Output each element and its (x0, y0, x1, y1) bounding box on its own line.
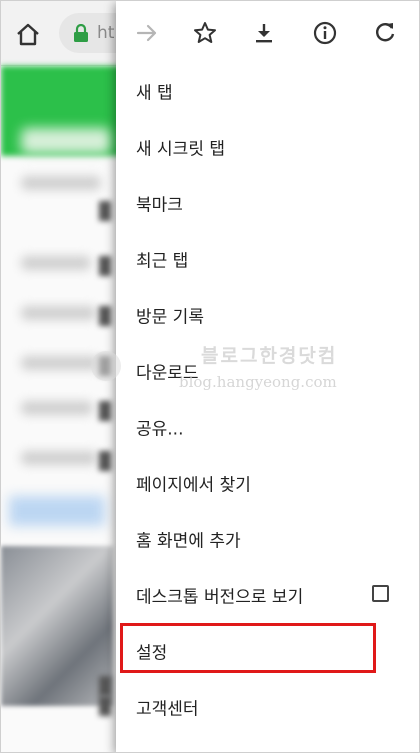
blurred-text-glyph (99, 401, 111, 421)
info-icon[interactable] (312, 20, 338, 46)
blurred-text-line (21, 256, 91, 270)
menu-item-desktop-site[interactable]: 데스크톱 버전으로 보기 (116, 567, 419, 623)
watermark-logo-icon (91, 351, 121, 381)
watermark-title: 블로그한경닷컴 (201, 345, 338, 367)
menu-item-label: 새 탭 (136, 83, 173, 104)
menu-item-label: 최근 탭 (136, 251, 189, 272)
desktop-site-checkbox[interactable] (372, 585, 389, 602)
home-icon[interactable] (13, 19, 43, 49)
forward-arrow-icon[interactable] (134, 20, 160, 46)
menu-icon-row (116, 1, 419, 65)
blurred-text-line (21, 306, 96, 320)
blurred-photo (1, 546, 113, 706)
menu-item-label: 방문 기록 (136, 307, 204, 328)
refresh-icon[interactable] (372, 20, 398, 46)
menu-item-share[interactable]: 공유... (116, 399, 419, 455)
blurred-text-glyph (99, 696, 111, 716)
blurred-text-line (21, 176, 101, 190)
menu-item-recent-tabs[interactable]: 최근 탭 (116, 231, 419, 287)
menu-item-label: 홈 화면에 추가 (136, 531, 241, 552)
lock-icon (73, 23, 89, 42)
menu-item-new-incognito-tab[interactable]: 새 시크릿 탭 (116, 119, 419, 175)
star-icon[interactable] (192, 20, 218, 46)
site-search-box (21, 128, 111, 154)
blurred-text-line (21, 356, 99, 370)
menu-item-label: 고객센터 (136, 699, 199, 720)
settings-highlight-box (120, 623, 376, 673)
menu-item-find-in-page[interactable]: 페이지에서 찾기 (116, 455, 419, 511)
menu-item-label: 북마크 (136, 195, 183, 216)
blurred-text-glyph (99, 201, 111, 221)
menu-item-help[interactable]: 고객센터 (116, 679, 419, 735)
download-icon[interactable] (251, 20, 277, 46)
blurred-text-glyph (99, 256, 111, 276)
menu-item-bookmarks[interactable]: 북마크 (116, 175, 419, 231)
menu-item-new-tab[interactable]: 새 탭 (116, 63, 419, 119)
menu-item-add-to-home-screen[interactable]: 홈 화면에 추가 (116, 511, 419, 567)
screenshot-frame: ht 새 탭 새 시크릿 탭 북마크 최근 탭 방문 기록 다운로드 공유...… (0, 0, 420, 753)
blurred-text-glyph (99, 306, 111, 326)
url-text: ht (97, 23, 115, 43)
menu-item-label: 새 시크릿 탭 (136, 139, 226, 160)
blurred-text-line (21, 401, 93, 415)
menu-item-history[interactable]: 방문 기록 (116, 287, 419, 343)
blurred-text-line (21, 451, 97, 465)
blurred-text-glyph (99, 451, 111, 471)
menu-item-label: 공유... (136, 419, 184, 440)
menu-item-label: 데스크톱 버전으로 보기 (136, 587, 304, 608)
watermark-subtitle: blog.hangyeong.com (179, 373, 337, 391)
blurred-text-glyph (99, 676, 111, 696)
menu-item-label: 페이지에서 찾기 (136, 475, 251, 496)
blurred-banner (9, 496, 105, 526)
